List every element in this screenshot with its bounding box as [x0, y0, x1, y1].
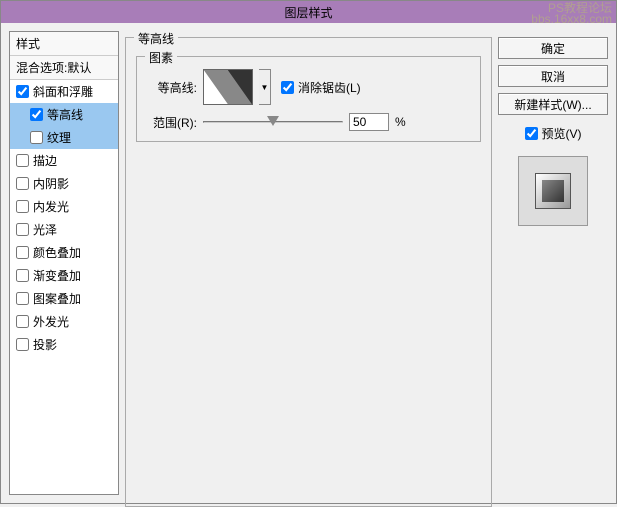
antialias-checkbox-wrap[interactable]: 消除锯齿(L) [281, 79, 361, 96]
style-item[interactable]: 颜色叠加 [10, 241, 118, 264]
style-label: 外发光 [33, 313, 69, 330]
style-checkbox[interactable] [16, 338, 29, 351]
blend-options-item[interactable]: 混合选项:默认 [10, 56, 118, 80]
style-checkbox[interactable] [16, 269, 29, 282]
style-label: 等高线 [47, 106, 83, 123]
contour-picker[interactable] [203, 69, 253, 105]
group-legend: 等高线 [134, 30, 178, 47]
style-item[interactable]: 投影 [10, 333, 118, 356]
contour-dropdown-arrow[interactable]: ▼ [259, 69, 271, 105]
style-item[interactable]: 光泽 [10, 218, 118, 241]
style-checkbox[interactable] [30, 108, 43, 121]
style-checkbox[interactable] [16, 177, 29, 190]
style-label: 颜色叠加 [33, 244, 81, 261]
content-area: 样式 混合选项:默认 斜面和浮雕等高线纹理描边内阴影内发光光泽颜色叠加渐变叠加图… [1, 23, 616, 503]
layer-style-dialog: 图层样式 PS教程论坛 bbs.16xx8.com 样式 混合选项:默认 斜面和… [0, 0, 617, 504]
preview-inner [535, 173, 571, 209]
range-slider[interactable] [203, 113, 343, 131]
right-panel: 确定 取消 新建样式(W)... 预览(V) [498, 31, 608, 495]
range-slider-thumb[interactable] [267, 116, 279, 126]
style-item[interactable]: 等高线 [10, 103, 118, 126]
style-label: 斜面和浮雕 [33, 83, 93, 100]
contour-row: 等高线: ▼ 消除锯齿(L) [147, 69, 470, 105]
range-unit: % [395, 115, 406, 129]
style-label: 内发光 [33, 198, 69, 215]
style-item[interactable]: 图案叠加 [10, 287, 118, 310]
preview-checkbox-wrap[interactable]: 预览(V) [498, 125, 608, 142]
antialias-label: 消除锯齿(L) [298, 79, 361, 96]
style-label: 光泽 [33, 221, 57, 238]
range-row: 范围(R): % [147, 113, 470, 131]
style-item[interactable]: 纹理 [10, 126, 118, 149]
preview-swatch [518, 156, 588, 226]
style-item[interactable]: 内阴影 [10, 172, 118, 195]
style-checkbox[interactable] [16, 246, 29, 259]
style-item[interactable]: 描边 [10, 149, 118, 172]
style-label: 纹理 [47, 129, 71, 146]
new-style-button[interactable]: 新建样式(W)... [498, 93, 608, 115]
styles-panel: 样式 混合选项:默认 斜面和浮雕等高线纹理描边内阴影内发光光泽颜色叠加渐变叠加图… [9, 31, 119, 495]
range-label: 范围(R): [147, 114, 197, 131]
style-label: 内阴影 [33, 175, 69, 192]
style-checkbox[interactable] [30, 131, 43, 144]
style-checkbox[interactable] [16, 223, 29, 236]
style-item[interactable]: 渐变叠加 [10, 264, 118, 287]
range-input[interactable] [349, 113, 389, 131]
style-checkbox[interactable] [16, 200, 29, 213]
style-checkbox[interactable] [16, 315, 29, 328]
preview-label: 预览(V) [542, 125, 582, 142]
style-label: 图案叠加 [33, 290, 81, 307]
style-item[interactable]: 外发光 [10, 310, 118, 333]
contour-label: 等高线: [147, 79, 197, 96]
style-checkbox[interactable] [16, 292, 29, 305]
style-item[interactable]: 斜面和浮雕 [10, 80, 118, 103]
ok-button[interactable]: 确定 [498, 37, 608, 59]
elements-group: 图素 等高线: ▼ 消除锯齿(L) [136, 56, 481, 142]
style-label: 渐变叠加 [33, 267, 81, 284]
style-item[interactable]: 内发光 [10, 195, 118, 218]
styles-header: 样式 [10, 32, 118, 56]
preview-checkbox[interactable] [525, 127, 538, 140]
contour-group: 等高线 图素 等高线: ▼ 消除锯齿(L) [125, 37, 492, 507]
subgroup-legend: 图素 [145, 49, 177, 66]
cancel-button[interactable]: 取消 [498, 65, 608, 87]
style-label: 投影 [33, 336, 57, 353]
main-panel: 等高线 图素 等高线: ▼ 消除锯齿(L) [125, 31, 492, 495]
antialias-checkbox[interactable] [281, 81, 294, 94]
window-title: 图层样式 [284, 4, 332, 21]
style-label: 描边 [33, 152, 57, 169]
titlebar: 图层样式 [1, 1, 616, 23]
style-checkbox[interactable] [16, 154, 29, 167]
style-checkbox[interactable] [16, 85, 29, 98]
